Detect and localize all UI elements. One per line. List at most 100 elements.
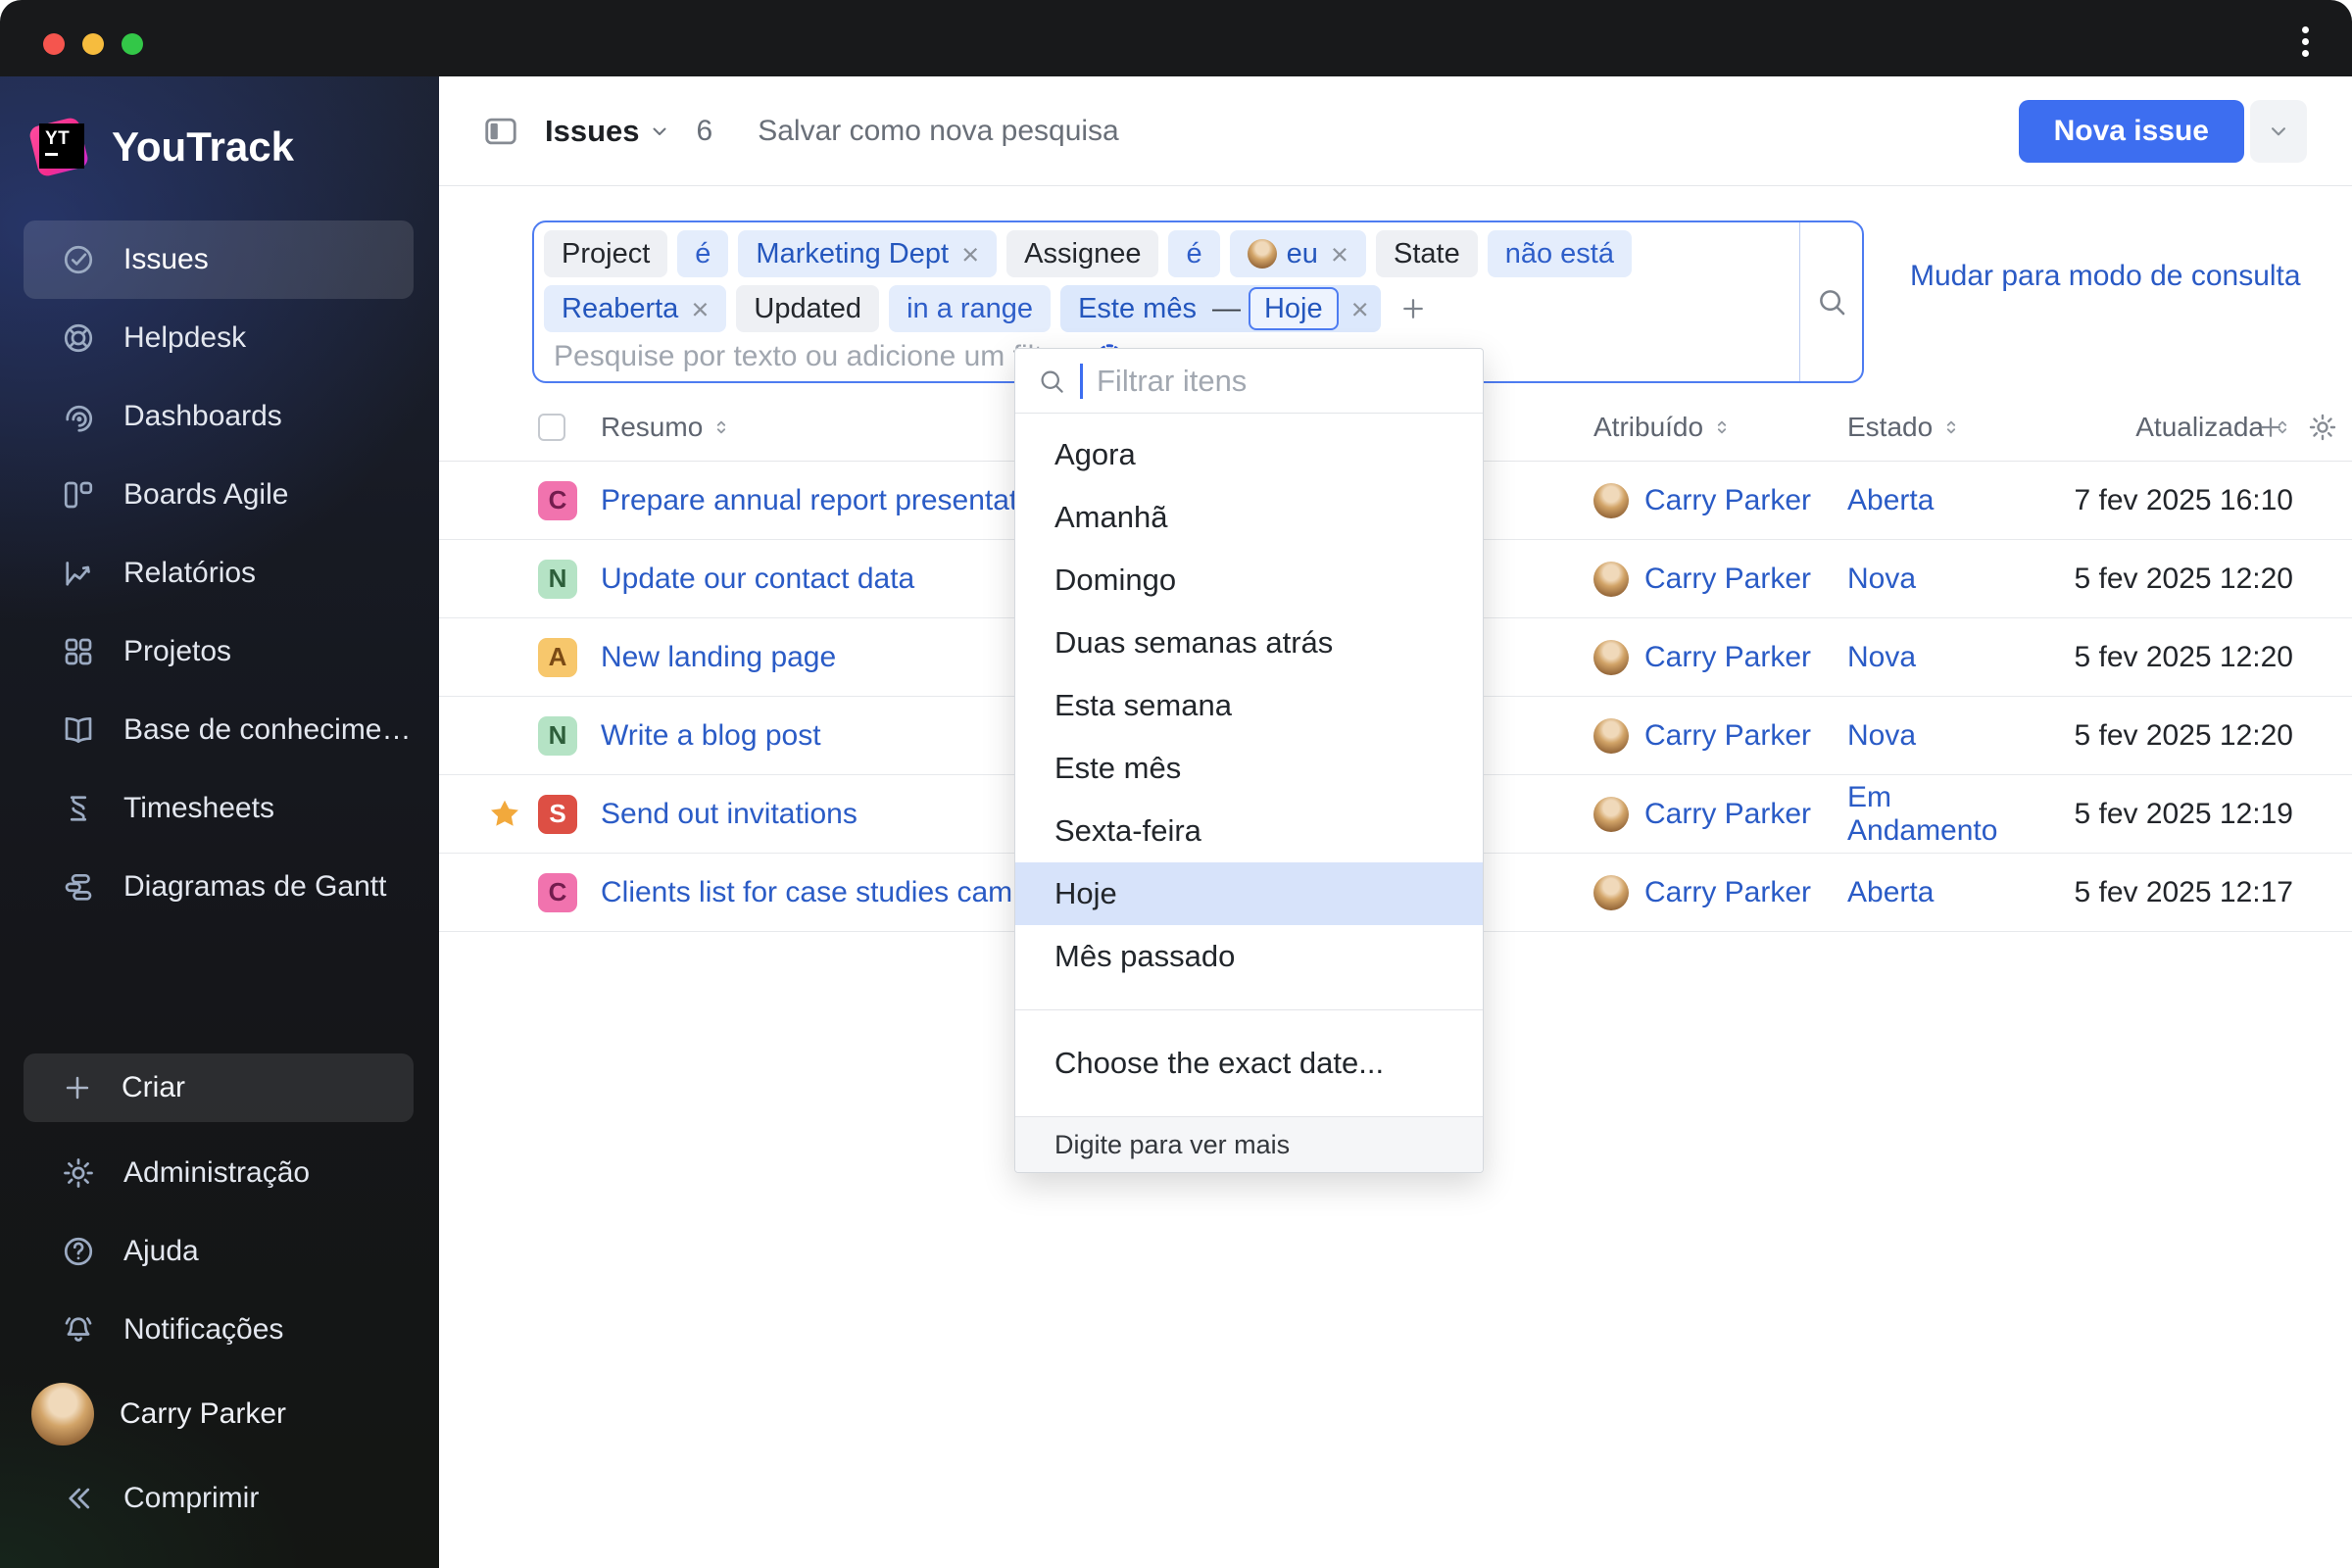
sidebar-item-dashboards[interactable]: Dashboards [24,377,414,456]
column-header-resumo[interactable]: Resumo [601,412,732,443]
zoom-window-button[interactable] [122,33,143,55]
star-icon[interactable] [487,797,522,832]
sidebar-item-relatorios[interactable]: Relatórios [24,534,414,612]
project-badge[interactable]: C [538,872,577,912]
filter-chip-in-a-range[interactable]: in a range [889,285,1052,332]
sidebar-item-timesheets[interactable]: Timesheets [24,769,414,848]
assignee-link[interactable]: Carry Parker [1644,876,1811,909]
filter-chip-project[interactable]: Project [544,230,668,277]
range-end-value-focused[interactable]: Hoje [1248,287,1339,330]
remove-filter-icon[interactable]: × [961,239,979,270]
query-mode-link[interactable]: Mudar para modo de consulta [1910,260,2301,293]
issue-title-link[interactable]: Write a blog post [601,719,821,752]
new-issue-dropdown-button[interactable] [2250,99,2307,163]
dropdown-item-sexta-feira[interactable]: Sexta-feira [1015,800,1483,862]
state-link[interactable]: Nova [1847,563,1916,595]
project-badge[interactable]: N [538,715,577,756]
assignee-link[interactable]: Carry Parker [1644,719,1811,753]
sidebar-item-base-conhecimento[interactable]: Base de conhecime… [24,691,414,769]
filter-chip-operator[interactable]: não está [1487,230,1632,277]
filter-chip-me[interactable]: eu × [1229,230,1366,277]
sidebar-item-boards-agile[interactable]: Boards Agile [24,456,414,534]
updated-date: 5 fev 2025 12:20 [2074,562,2293,595]
select-all-checkbox[interactable] [538,413,565,441]
dropdown-choose-exact-date[interactable]: Choose the exact date... [1015,1009,1483,1117]
filter-chip-reaberta[interactable]: Reaberta × [544,285,727,332]
add-column-icon[interactable] [2256,413,2285,442]
state-link[interactable]: Aberta [1847,484,1934,516]
date-filter-dropdown: Agora Amanhã Domingo Duas semanas atrás … [1014,348,1484,1173]
dropdown-item-este-mes[interactable]: Este mês [1015,737,1483,800]
filter-range-group[interactable]: Este mês — Hoje × [1060,285,1381,332]
search-input-placeholder[interactable]: Pesquise por texto ou adicione um filtro [554,340,1068,373]
minimize-window-button[interactable] [82,33,104,55]
dropdown-filter-input[interactable] [1097,363,1483,399]
sidebar-item-label: Timesheets [123,792,274,824]
state-link[interactable]: Aberta [1847,876,1934,908]
table-settings-gear-icon[interactable] [2307,412,2338,443]
state-link[interactable]: Nova [1847,641,1916,673]
updated-date: 5 fev 2025 12:20 [2074,718,2293,752]
issue-title-link[interactable]: Send out invitations [601,798,858,830]
issue-title-link[interactable]: Clients list for case studies campaign [601,876,1085,908]
create-button[interactable]: Criar [24,1054,414,1122]
remove-filter-icon[interactable]: × [1331,239,1348,270]
project-badge[interactable]: S [538,794,577,834]
filter-chip-updated[interactable]: Updated [736,285,880,332]
assignee-link[interactable]: Carry Parker [1644,798,1811,831]
issue-title-link[interactable]: Prepare annual report presentation [601,484,1056,516]
remove-filter-icon[interactable]: × [1351,294,1369,324]
column-header-atribuido[interactable]: Atribuído [1593,412,1733,443]
project-badge[interactable]: C [538,480,577,520]
project-badge[interactable]: N [538,559,577,599]
column-header-estado[interactable]: Estado [1847,412,1962,443]
sidebar-item-administracao[interactable]: Administração [24,1134,414,1212]
filter-chip-operator[interactable]: é [677,230,729,277]
sidebar-item-projetos[interactable]: Projetos [24,612,414,691]
sidebar-bottom: Criar Administração Ajuda Notificações C… [0,1054,439,1568]
filter-chip-assignee[interactable]: Assignee [1006,230,1159,277]
assignee-link[interactable]: Carry Parker [1644,484,1811,517]
assignee-link[interactable]: Carry Parker [1644,641,1811,674]
sidebar-item-gantt[interactable]: Diagramas de Gantt [24,848,414,926]
chevron-down-icon[interactable] [648,120,671,143]
assignee-link[interactable]: Carry Parker [1644,563,1811,596]
sidebar-item-helpdesk[interactable]: Helpdesk [24,299,414,377]
add-filter-icon[interactable] [1398,294,1428,323]
project-badge[interactable]: A [538,637,577,677]
close-window-button[interactable] [43,33,65,55]
dropdown-item-agora[interactable]: Agora [1015,423,1483,486]
filter-chip-marketing-dept[interactable]: Marketing Dept × [738,230,998,277]
sidebar-collapse[interactable]: Comprimir [24,1459,414,1538]
dropdown-item-duas-semanas[interactable]: Duas semanas atrás [1015,612,1483,674]
new-issue-button[interactable]: Nova issue [2018,99,2244,163]
sidebar-item-ajuda[interactable]: Ajuda [24,1212,414,1291]
dropdown-item-esta-semana[interactable]: Esta semana [1015,674,1483,737]
save-search-link[interactable]: Salvar como nova pesquisa [758,115,1119,148]
filter-chip-operator[interactable]: é [1168,230,1220,277]
dropdown-item-mes-passado[interactable]: Mês passado [1015,925,1483,988]
sidebar-nav: Issues Helpdesk Dashboards Boards Agile … [0,220,439,926]
dropdown-item-hoje-selected[interactable]: Hoje [1015,862,1483,925]
state-link[interactable]: Nova [1847,719,1916,752]
user-profile[interactable]: Carry Parker [24,1369,414,1459]
dropdown-search[interactable] [1015,349,1483,414]
logo-row: YT YouTrack [0,76,439,178]
sidebar-item-issues[interactable]: Issues [24,220,414,299]
dropdown-item-domingo[interactable]: Domingo [1015,549,1483,612]
issue-title-link[interactable]: New landing page [601,641,836,673]
sidebar-item-notificacoes[interactable]: Notificações [24,1291,414,1369]
issue-title-link[interactable]: Update our contact data [601,563,914,595]
updated-date: 5 fev 2025 12:19 [2074,797,2293,830]
remove-filter-icon[interactable]: × [691,294,709,324]
updated-date: 5 fev 2025 12:17 [2074,875,2293,908]
search-button[interactable] [1799,222,1862,381]
range-start-value[interactable]: Este mês [1060,293,1204,325]
dropdown-item-amanha[interactable]: Amanhã [1015,486,1483,549]
state-link[interactable]: Em Andamento [1847,781,1997,847]
sidebar-toggle-icon[interactable] [482,113,519,150]
app-window: YT YouTrack Issues Helpdesk Dashboards B… [0,0,2352,1568]
kebab-menu-icon[interactable] [2285,20,2325,63]
filter-chip-state[interactable]: State [1376,230,1478,277]
app-name: YouTrack [112,123,294,170]
